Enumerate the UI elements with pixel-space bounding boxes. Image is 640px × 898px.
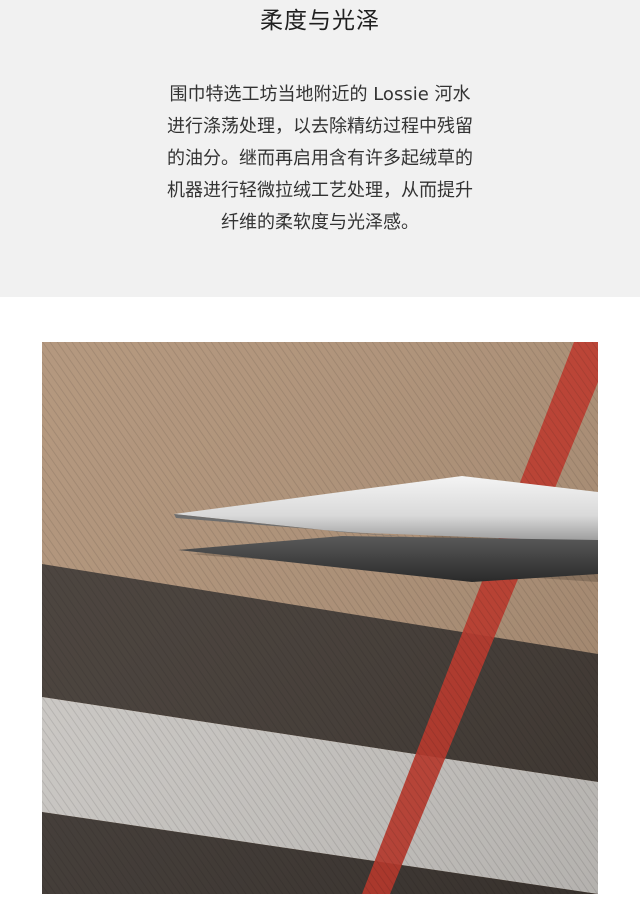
scarf-scissors-illustration bbox=[42, 342, 598, 894]
section-description: 围巾特选工坊当地附近的 Lossie 河水 进行涤荡处理，以去除精纺过程中残留 … bbox=[130, 79, 510, 239]
description-line: 的油分。继而再启用含有许多起绒草的 bbox=[167, 148, 473, 169]
intro-panel: 柔度与光泽 围巾特选工坊当地附近的 Lossie 河水 进行涤荡处理，以去除精纺… bbox=[0, 0, 640, 297]
description-line: 围巾特选工坊当地附近的 Lossie 河水 bbox=[169, 84, 471, 105]
product-photo bbox=[42, 342, 598, 894]
description-line: 机器进行轻微拉绒工艺处理，从而提升 bbox=[167, 180, 473, 201]
description-line: 纤维的柔软度与光泽感。 bbox=[221, 212, 419, 233]
description-line: 进行涤荡处理，以去除精纺过程中残留 bbox=[167, 116, 473, 137]
section-title: 柔度与光泽 bbox=[260, 8, 380, 34]
